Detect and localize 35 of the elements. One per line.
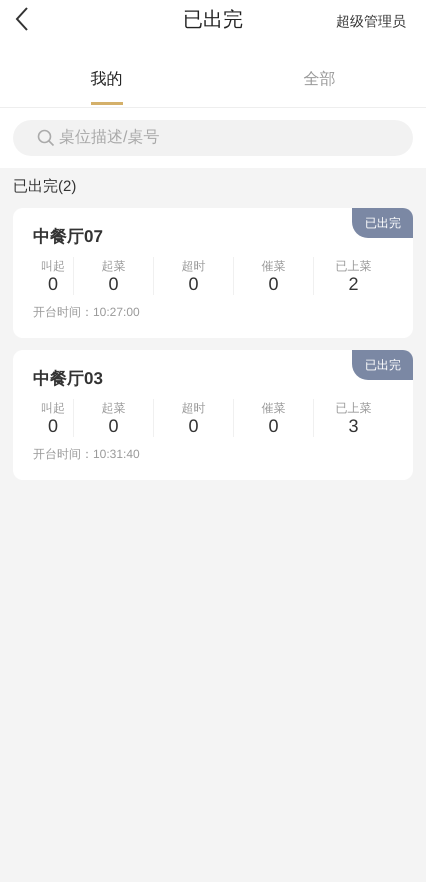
stat-label: 超时 [180, 400, 206, 418]
stat-value: 0 [107, 417, 120, 438]
stat-label: 已上菜 [334, 400, 372, 418]
back-button[interactable] [14, 6, 30, 32]
stat-value: 0 [267, 275, 280, 295]
stat-value: 0 [267, 417, 280, 438]
table-card[interactable]: 中餐厅07 已出完 叫起 0 起菜 0 超时 0 催菜 0 已上菜 2 开台时间：10:27:00 [13, 208, 413, 338]
stat-label: 起菜 [100, 400, 126, 418]
stat-label: 催菜 [260, 400, 286, 418]
table-name: 中餐厅03 [33, 368, 104, 390]
open-time: 开台时间：10:31:40 [33, 446, 141, 464]
search-icon [37, 129, 55, 147]
tab[interactable]: 我的 [90, 56, 122, 105]
open-time: 开台时间：10:27:00 [33, 304, 141, 321]
user-role-link[interactable]: 超级管理员 [336, 11, 406, 32]
stat-label: 催菜 [260, 258, 286, 275]
stat-label: 叫起 [40, 400, 66, 418]
status-tag: 已出完 [352, 208, 413, 238]
stat-value: 0 [46, 275, 59, 295]
table-name: 中餐厅07 [33, 226, 104, 248]
stat-value: 0 [187, 417, 200, 438]
status-tag: 已出完 [352, 350, 413, 380]
stat-value: 0 [187, 275, 200, 295]
stat-value: 2 [347, 275, 360, 295]
table-card[interactable]: 中餐厅03 已出完 叫起 0 起菜 0 超时 0 催菜 0 已上菜 3 开台时间：10:31:40 [13, 350, 413, 480]
stat-label: 已上菜 [334, 258, 372, 275]
stat-value: 3 [347, 417, 360, 438]
page-title: 已出完 [183, 8, 243, 33]
section-title: 已出完(2) [12, 177, 78, 197]
stat-label: 叫起 [40, 258, 66, 275]
search-field[interactable]: 桌位描述/桌号 [13, 120, 413, 156]
stat-label: 超时 [180, 258, 206, 275]
stat-value: 0 [46, 417, 59, 438]
stat-value: 0 [107, 275, 120, 295]
stat-label: 起菜 [100, 258, 126, 275]
